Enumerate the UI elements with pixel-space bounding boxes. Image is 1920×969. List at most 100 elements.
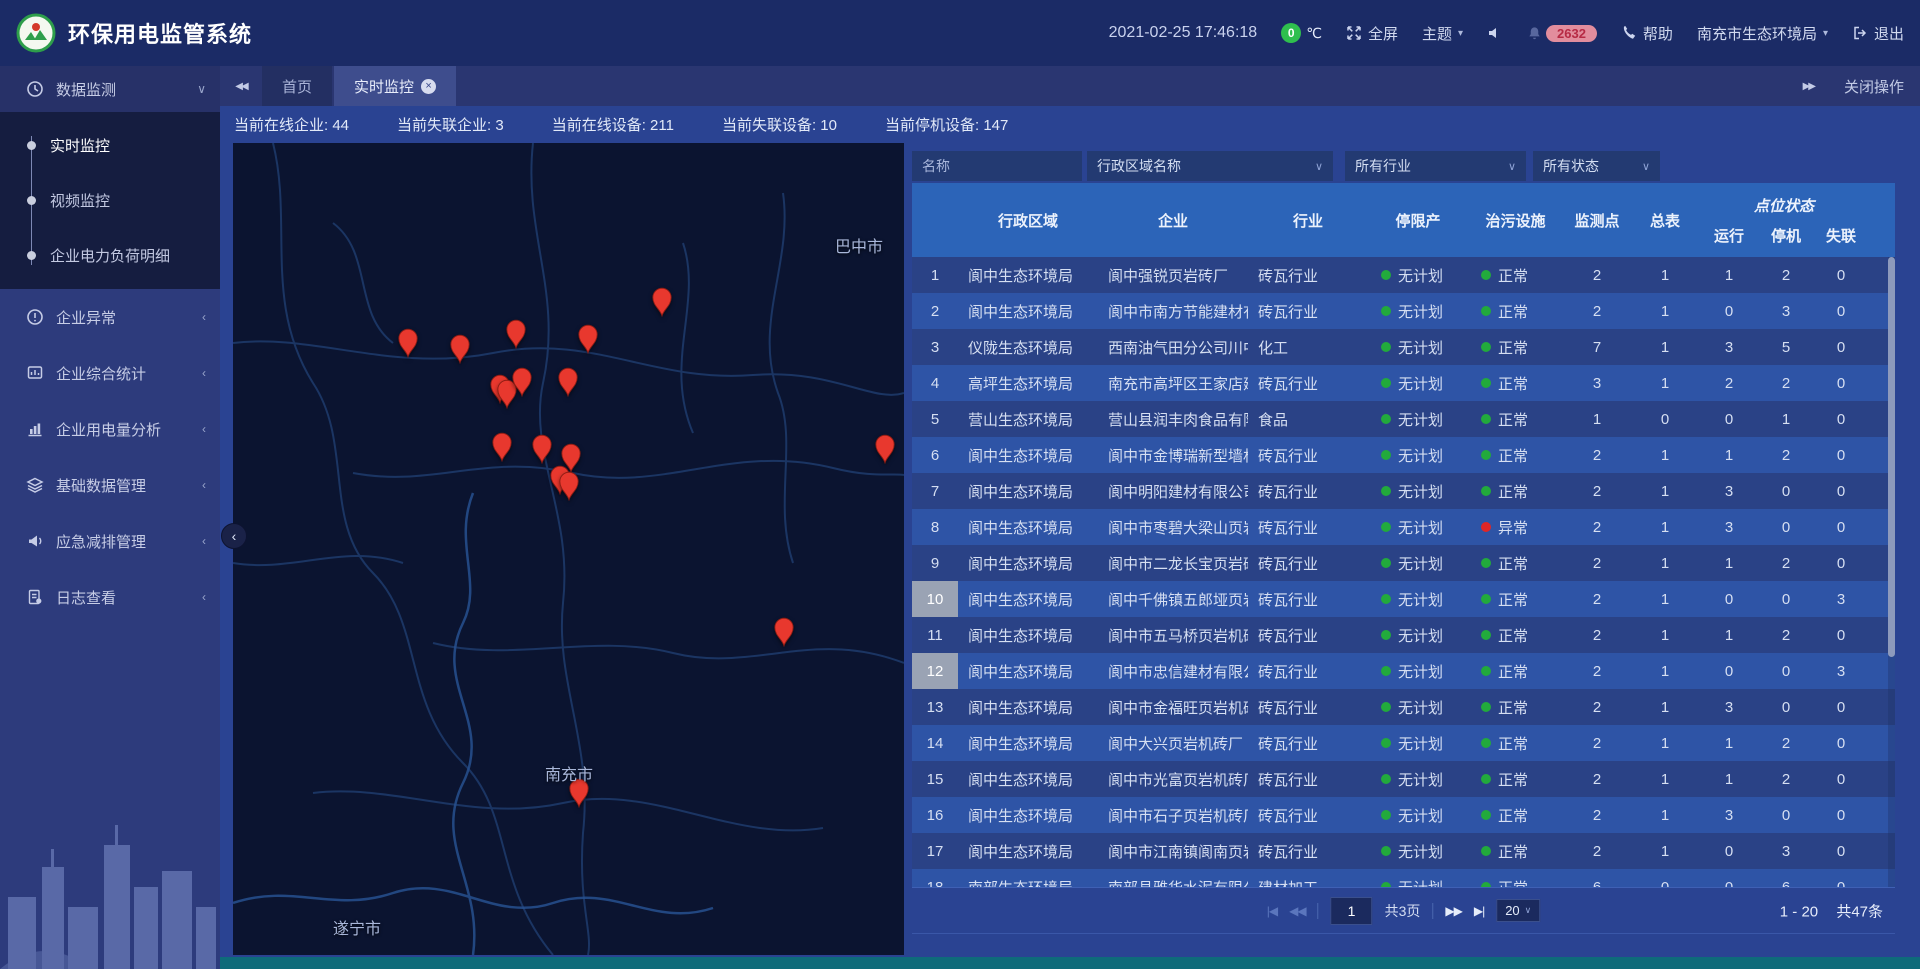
table-row[interactable]: 15阆中生态环境局阆中市光富页岩机砖厂砖瓦行业无计划正常21120 (912, 761, 1895, 797)
table-row[interactable]: 7阆中生态环境局阆中明阳建材有限公司砖瓦行业无计划正常21300 (912, 473, 1895, 509)
sidebar-subitem[interactable]: 视频监控 (0, 173, 220, 228)
theme-dropdown[interactable]: 主题▾ (1422, 23, 1463, 44)
bottom-accent-strip (220, 957, 1920, 969)
sidebar-item-clock[interactable]: 数据监测∨ (0, 66, 220, 112)
fullscreen-button[interactable]: 全屏 (1346, 23, 1398, 44)
app-logo-icon (16, 13, 56, 53)
last-page-button[interactable]: ▶| (1474, 904, 1484, 918)
col-meters: 总表 (1631, 183, 1699, 257)
cell-facility-status: 正常 (1468, 329, 1563, 365)
row-index: 4 (912, 365, 958, 401)
stat-item: 当前在线设备: 211 (552, 114, 674, 135)
table-row[interactable]: 18南部生态环境局南部县雅华水泥有限公建材加工无计划正常60060 (912, 869, 1895, 887)
map-pin-icon[interactable] (577, 324, 599, 354)
table-row[interactable]: 9阆中生态环境局阆中市二龙长宝页岩砖砖瓦行业无计划正常21120 (912, 545, 1895, 581)
industry-filter-select[interactable]: 所有行业∨ (1345, 151, 1526, 181)
region-filter-select[interactable]: 行政区域名称∨ (1087, 151, 1333, 181)
cell-points: 2 (1563, 617, 1631, 653)
app-root: 环保用电监管系统 2021-02-25 17:46:18 0 ℃ 全屏 主题▾ (0, 0, 1920, 969)
cell-offline: 0 (1813, 869, 1869, 887)
map-pin-icon[interactable] (491, 432, 513, 462)
cell-industry: 砖瓦行业 (1248, 797, 1368, 833)
map-pin-icon[interactable] (651, 287, 673, 317)
status-dot-icon (1481, 666, 1491, 676)
close-operations-button[interactable]: 关闭操作 (1844, 76, 1904, 97)
map-city-label: 南充市 (545, 761, 593, 785)
cell-limit-status: 无计划 (1368, 653, 1468, 689)
table-row[interactable]: 12阆中生态环境局阆中市忠信建材有限公砖瓦行业无计划正常21003 (912, 653, 1895, 689)
record-range-label: 1 - 20 共47条 (1766, 900, 1883, 921)
next-page-button[interactable]: ▶▶ (1445, 904, 1461, 918)
help-button[interactable]: 帮助 (1621, 23, 1673, 44)
cell-stopped: 0 (1759, 797, 1813, 833)
table-row[interactable]: 11阆中生态环境局阆中市五马桥页岩机砖砖瓦行业无计划正常21120 (912, 617, 1895, 653)
sidebar-item-layers[interactable]: 基础数据管理‹ (0, 457, 220, 513)
notification-badge[interactable]: 2632 (1527, 25, 1597, 42)
cell-limit-status: 无计划 (1368, 581, 1468, 617)
map-pin-icon[interactable] (449, 334, 471, 364)
tab-实时监控[interactable]: 实时监控× (334, 66, 456, 106)
cell-points: 2 (1563, 545, 1631, 581)
map-pin-icon[interactable] (557, 367, 579, 397)
cell-region: 阆中生态环境局 (958, 509, 1098, 545)
row-index: 18 (912, 869, 958, 887)
sidebar-subitem[interactable]: 实时监控 (0, 118, 220, 173)
map-pin-icon[interactable] (505, 319, 527, 349)
map-pin-icon[interactable] (874, 434, 896, 464)
scrollbar-thumb[interactable] (1888, 257, 1895, 657)
cell-stopped: 2 (1759, 437, 1813, 473)
table-row[interactable]: 6阆中生态环境局阆中市金博瑞新型墙材砖瓦行业无计划正常21120 (912, 437, 1895, 473)
temperature-unit: ℃ (1306, 25, 1322, 42)
page-number-input[interactable] (1331, 897, 1373, 925)
clock-icon (26, 80, 44, 98)
table-row[interactable]: 3仪陇生态环境局西南油气田分公司川中化工无计划正常71350 (912, 329, 1895, 365)
sidebar-item-megaphone[interactable]: 应急减排管理‹ (0, 513, 220, 569)
col-limit: 停限产 (1368, 183, 1468, 257)
status-dot-icon (1381, 414, 1391, 424)
sidebar-subitem[interactable]: 企业电力负荷明细 (0, 228, 220, 283)
status-filter-select[interactable]: 所有状态∨ (1533, 151, 1660, 181)
table-row[interactable]: 16阆中生态环境局阆中市石子页岩机砖厂砖瓦行业无计划正常21300 (912, 797, 1895, 833)
close-icon[interactable]: × (421, 79, 436, 94)
cell-offline: 3 (1813, 653, 1869, 689)
prev-page-button[interactable]: ◀◀ (1289, 904, 1305, 918)
page-size-select[interactable]: 20∨ (1496, 899, 1540, 922)
name-filter-input[interactable] (912, 151, 1082, 181)
sidebar-collapse-toggle[interactable]: ‹ (221, 523, 247, 549)
map-pin-icon[interactable] (558, 471, 580, 501)
cell-stopped: 6 (1759, 869, 1813, 887)
org-dropdown[interactable]: 南充市生态环境局▾ (1697, 23, 1828, 44)
table-row[interactable]: 10阆中生态环境局阆中千佛镇五郎垭页岩砖瓦行业无计划正常21003 (912, 581, 1895, 617)
sidebar-item-log[interactable]: 日志查看‹ (0, 569, 220, 625)
table-row[interactable]: 13阆中生态环境局阆中市金福旺页岩机砖砖瓦行业无计划正常21300 (912, 689, 1895, 725)
sidebar-item-alert[interactable]: 企业异常‹ (0, 289, 220, 345)
cell-facility-status: 正常 (1468, 545, 1563, 581)
cell-stopped: 2 (1759, 257, 1813, 293)
cell-facility-status: 正常 (1468, 689, 1563, 725)
table-row[interactable]: 2阆中生态环境局阆中市南方节能建材有砖瓦行业无计划正常21030 (912, 293, 1895, 329)
chevron-down-icon: ∨ (1508, 160, 1516, 173)
table-scrollbar[interactable] (1888, 257, 1895, 887)
map-pin-icon[interactable] (397, 328, 419, 358)
tab-首页[interactable]: 首页 (262, 66, 332, 106)
logout-button[interactable]: 退出 (1852, 23, 1904, 44)
table-row[interactable]: 17阆中生态环境局阆中市江南镇阆南页岩砖瓦行业无计划正常21030 (912, 833, 1895, 869)
cell-running: 0 (1699, 293, 1759, 329)
tabs-scroll-left-icon[interactable]: ◀◀ (220, 66, 262, 106)
table-row[interactable]: 14阆中生态环境局阆中大兴页岩机砖厂砖瓦行业无计划正常21120 (912, 725, 1895, 761)
volume-mute-icon[interactable] (1487, 25, 1503, 41)
map-pin-icon[interactable] (531, 434, 553, 464)
sidebar-item-chart[interactable]: 企业用电量分析‹ (0, 401, 220, 457)
tabs-scroll-right-icon[interactable]: ▶▶ (1803, 81, 1814, 92)
table-row[interactable]: 5营山生态环境局营山县润丰肉食品有限食品无计划正常10010 (912, 401, 1895, 437)
table-row[interactable]: 4高坪生态环境局南充市高坪区王家店建砖瓦行业无计划正常31220 (912, 365, 1895, 401)
cell-points: 3 (1563, 365, 1631, 401)
table-row[interactable]: 1阆中生态环境局阆中强锐页岩砖厂砖瓦行业无计划正常21120 (912, 257, 1895, 293)
sidebar-item-stats[interactable]: 企业综合统计‹ (0, 345, 220, 401)
first-page-button[interactable]: |◀ (1267, 904, 1277, 918)
table-row[interactable]: 8阆中生态环境局阆中市枣碧大梁山页岩砖瓦行业无计划异常21300 (912, 509, 1895, 545)
map-panel[interactable]: 巴中市南充市遂宁市 (233, 143, 904, 955)
map-pin-icon[interactable] (773, 617, 795, 647)
stat-item: 当前失联企业: 3 (397, 114, 504, 135)
map-pin-icon[interactable] (511, 367, 533, 397)
